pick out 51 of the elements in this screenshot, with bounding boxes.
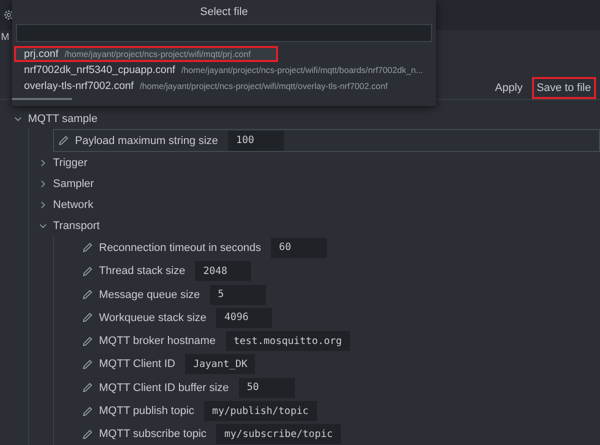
- value-field[interactable]: Jayant_DK: [185, 354, 256, 374]
- value-field[interactable]: 2048: [195, 261, 252, 282]
- setting-label: MQTT Client ID: [99, 358, 176, 370]
- chevron-right-icon[interactable]: [39, 200, 47, 209]
- pencil-icon[interactable]: [82, 289, 93, 300]
- input-field[interactable]: [16, 24, 432, 42]
- setting-row[interactable]: Payload maximum string size 100: [53, 129, 600, 152]
- group-label[interactable]: Network: [53, 198, 94, 211]
- setting-label: Workqueue stack size: [99, 312, 206, 324]
- toolbar-button[interactable]: Apply: [492, 78, 526, 98]
- setting-label: MQTT subscribe topic: [99, 428, 206, 440]
- value-field[interactable]: 60: [271, 238, 328, 258]
- value-field[interactable]: 50: [238, 378, 295, 398]
- pencil-icon[interactable]: [82, 358, 93, 370]
- pencil-icon[interactable]: [82, 428, 93, 440]
- chevron-right-icon[interactable]: [39, 158, 47, 167]
- value-field[interactable]: 4096: [216, 308, 272, 328]
- group-label[interactable]: Sampler: [53, 178, 94, 190]
- pencil-icon[interactable]: [82, 336, 93, 347]
- pencil-icon[interactable]: [82, 406, 93, 417]
- toolbar-button[interactable]: Save to file: [532, 76, 596, 98]
- setting-label: Message queue size: [99, 288, 200, 301]
- dialog-title: Select file: [199, 5, 249, 20]
- setting-label: Thread stack size: [99, 265, 186, 278]
- pencil-icon[interactable]: [82, 382, 93, 394]
- chevron-right-icon[interactable]: [39, 180, 47, 188]
- file-item[interactable]: prj.conf /home/jayant/project/ncs-project/wifi/mqtt/prj.conf: [14, 46, 278, 62]
- file-item[interactable]: nrf7002dk_nrf5340_cpuapp.conf /home/jayant/project/ncs-project/wifi/mqtt/boards/nrf7002dk_n...: [14, 62, 434, 78]
- setting-label: Payload maximum string size: [75, 134, 218, 147]
- value-field[interactable]: test.mosquitto.org: [226, 331, 350, 352]
- gear-icon[interactable]: [3, 9, 15, 21]
- pencil-icon[interactable]: [82, 266, 93, 277]
- group-label[interactable]: Transport: [53, 220, 100, 232]
- pencil-icon[interactable]: [82, 242, 93, 254]
- value-field[interactable]: my/publish/topic: [204, 401, 316, 422]
- chevron-down-icon[interactable]: [39, 222, 47, 230]
- setting-label: MQTT Client ID buffer size: [99, 382, 229, 394]
- group-label[interactable]: MQTT sample: [28, 112, 98, 124]
- file-item[interactable]: overlay-tls-nrf7002.conf /home/jayant/project/ncs-project/wifi/mqtt/overlay-tls-nrf7002.conf: [14, 78, 434, 94]
- setting-label: MQTT publish topic: [99, 405, 194, 418]
- scrollbar[interactable]: [12, 98, 72, 100]
- group-label[interactable]: Trigger: [53, 156, 88, 169]
- value-field[interactable]: 5: [210, 284, 266, 305]
- value-field[interactable]: my/subscribe/topic: [216, 424, 341, 444]
- tab[interactable]: M: [1, 32, 10, 44]
- setting-label: Reconnection timeout in seconds: [99, 242, 262, 254]
- pencil-icon[interactable]: [58, 135, 69, 146]
- value-field[interactable]: 100: [228, 130, 284, 151]
- setting-label: MQTT broker hostname: [99, 335, 216, 348]
- chevron-down-icon[interactable]: [14, 114, 22, 122]
- pencil-icon[interactable]: [82, 312, 93, 324]
